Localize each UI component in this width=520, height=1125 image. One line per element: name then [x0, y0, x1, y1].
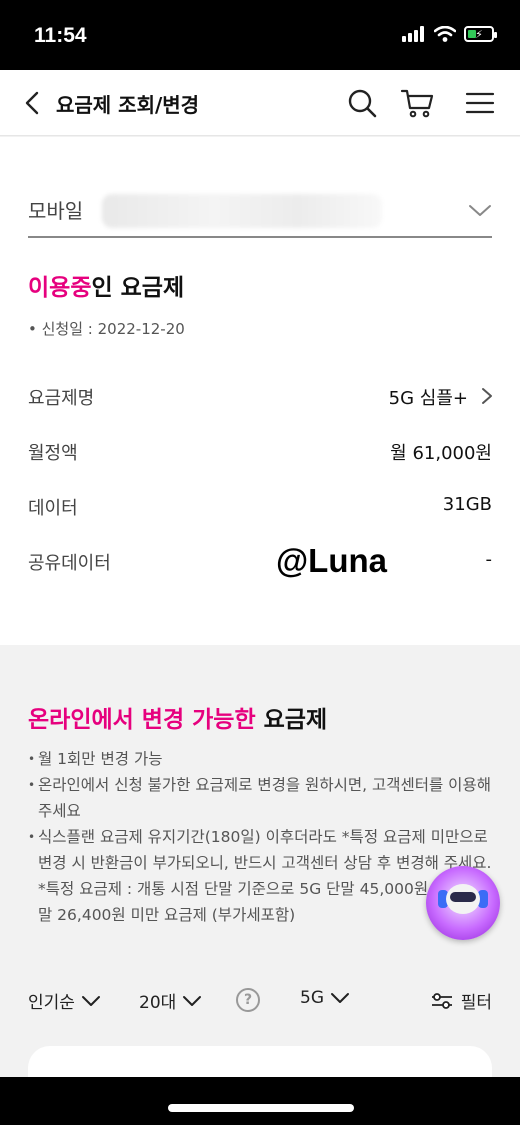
- chatbot-button[interactable]: [426, 866, 500, 940]
- online-change-title-highlight: 온라인에서 변경 가능한: [28, 707, 256, 733]
- chevron-right-icon[interactable]: [480, 386, 494, 406]
- current-plan-title-highlight: 이용중: [28, 275, 92, 301]
- notice-item: 온라인에서 신청 불가한 요금제로 변경을 원하시면, 고객센터를 이용해 주세…: [28, 772, 496, 824]
- apply-date: • 신청일 : 2022-12-20: [28, 320, 185, 338]
- home-bar-area: [0, 1077, 520, 1125]
- shared-data-value: -: [485, 549, 493, 570]
- plan-name-value[interactable]: 5G 심플+: [389, 384, 468, 410]
- chevron-down-icon: [81, 995, 100, 1006]
- current-plan-title-rest: 인 요금제: [91, 275, 185, 301]
- line-type-label: 모바일: [28, 199, 84, 223]
- filter-label: 필터: [460, 993, 492, 1013]
- wifi-icon: [434, 26, 456, 42]
- notice-item: 식스플랜 요금제 유지기간(180일) 이후더라도 *특정 요금제 미만으로 변…: [28, 824, 496, 876]
- cart-icon[interactable]: [400, 86, 434, 120]
- age-label: 20대: [139, 993, 177, 1013]
- app-header: 요금제 조회/변경: [0, 70, 520, 136]
- back-chevron-icon[interactable]: [18, 88, 48, 118]
- online-change-title: 온라인에서 변경 가능한 요금제: [28, 700, 327, 734]
- shared-data-label: 공유데이터: [28, 553, 111, 574]
- data-label: 데이터: [28, 498, 78, 519]
- filter-sliders-icon: [431, 992, 452, 1009]
- line-selector[interactable]: 모바일: [28, 190, 492, 238]
- blurred-phone-number: [102, 194, 382, 228]
- signal-icon: [402, 26, 424, 42]
- chevron-down-icon: [183, 995, 202, 1006]
- status-icons: ⚡: [402, 26, 497, 42]
- watermark: @Luna: [276, 542, 388, 579]
- online-change-title-rest: 요금제: [255, 707, 328, 733]
- battery-charging-icon: ⚡: [464, 26, 497, 42]
- network-label: 5G: [300, 988, 324, 1008]
- menu-icon[interactable]: [463, 86, 497, 120]
- network-dropdown[interactable]: 5G: [300, 988, 350, 1008]
- chatbot-visor-icon: [450, 892, 476, 902]
- sort-dropdown[interactable]: 인기순: [28, 988, 101, 1013]
- chevron-down-icon: [469, 205, 491, 216]
- filter-bar: 인기순 20대 ? 5G 필터: [28, 985, 492, 1017]
- page-title: 요금제 조회/변경: [56, 93, 200, 117]
- home-indicator[interactable]: [168, 1104, 354, 1112]
- notice-item: 월 1회만 변경 가능: [28, 746, 496, 772]
- chevron-down-icon: [331, 993, 349, 1003]
- sort-label: 인기순: [28, 993, 75, 1013]
- help-icon[interactable]: ?: [236, 988, 260, 1012]
- status-time: 11:54: [34, 24, 87, 47]
- search-icon[interactable]: [345, 86, 379, 120]
- bolt-icon: ⚡: [475, 27, 483, 41]
- age-dropdown[interactable]: 20대: [139, 988, 202, 1013]
- monthly-fee-label: 월정액: [28, 443, 78, 464]
- monthly-fee-value: 월 61,000원: [390, 443, 492, 464]
- status-bar: 11:54 ⚡: [0, 0, 520, 70]
- data-value: 31GB: [442, 494, 492, 515]
- current-plan-title: 이용중인 요금제: [28, 268, 184, 302]
- plan-name-label: 요금제명: [28, 388, 95, 409]
- filter-button[interactable]: 필터: [431, 988, 492, 1013]
